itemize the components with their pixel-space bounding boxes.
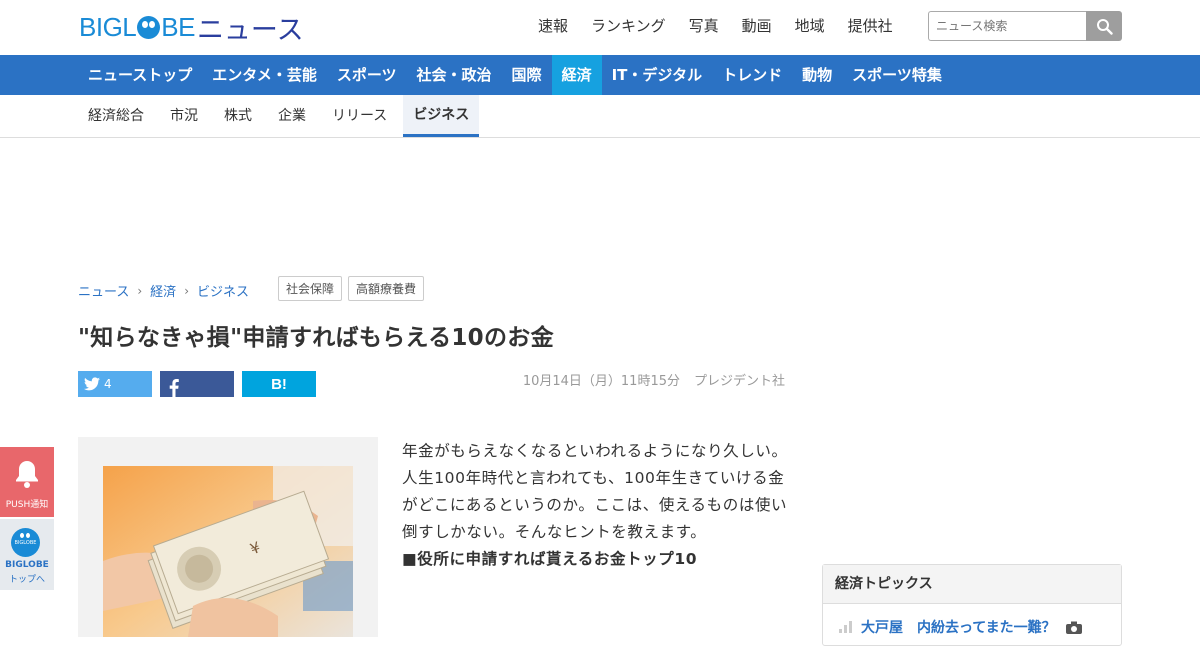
article-lead: 年金がもらえなくなるといわれるようになり久しい。人生100年時代と言われても、1… <box>402 442 788 541</box>
hatena-bookmark-icon: B! <box>271 375 287 393</box>
search-button[interactable] <box>1086 11 1122 41</box>
topic-item-title[interactable]: 大戸屋 内紛去ってまた一難？ <box>861 617 1056 637</box>
mini-logo-text: BIGLOBE <box>14 540 37 546</box>
subnav-item-companies[interactable]: 企業 <box>268 95 316 137</box>
twitter-share-button[interactable]: 4 <box>78 371 152 397</box>
nav-item-entertainment[interactable]: エンタメ・芸能 <box>202 55 327 95</box>
tag-high-cost-medical[interactable]: 高額療養費 <box>348 276 425 301</box>
subnav-item-stocks[interactable]: 株式 <box>214 95 262 137</box>
logo-text: BIGL BE <box>79 11 195 42</box>
economy-topics-widget: 経済トピックス 大戸屋 内紛去ってまた一難？ <box>822 564 1122 646</box>
breadcrumb-economy[interactable]: 経済 <box>150 281 176 300</box>
top-link-region[interactable]: 地域 <box>795 15 825 36</box>
push-notification-button[interactable]: PUSH通知 <box>0 447 54 517</box>
bell-icon <box>16 461 38 488</box>
subnav-item-economy-general[interactable]: 経済総合 <box>78 95 154 137</box>
top-links: 速報 ランキング 写真 動画 地域 提供社 <box>538 15 916 36</box>
tag-social-security[interactable]: 社会保障 <box>278 276 343 301</box>
facebook-share-button[interactable] <box>160 371 234 397</box>
push-label: PUSH通知 <box>5 500 49 510</box>
topics-heading: 経済トピックス <box>823 565 1121 604</box>
nav-item-economy[interactable]: 経済 <box>551 55 602 95</box>
mini-logo-eye-icon <box>26 533 30 538</box>
nav-item-sports[interactable]: スポーツ <box>327 55 407 95</box>
nav-item-sports-special[interactable]: スポーツ特集 <box>842 55 952 95</box>
camera-icon <box>1065 621 1082 634</box>
logo-news-text: ニュース <box>196 14 304 46</box>
nav-item-animals[interactable]: 動物 <box>792 55 842 95</box>
hatena-bookmark-button[interactable]: B! <box>242 371 316 397</box>
top-link-providers[interactable]: 提供社 <box>848 15 893 36</box>
money-photo: ¥ <box>103 466 353 637</box>
twitter-share-count: 4 <box>104 377 112 391</box>
top-link-breaking[interactable]: 速報 <box>538 15 568 36</box>
article-tags: 社会保障 高額療養費 <box>278 276 425 301</box>
topic-item[interactable]: 大戸屋 内紛去ってまた一難？ <box>839 617 1109 637</box>
main-nav: ニューストップ エンタメ・芸能 スポーツ 社会・政治 国際 経済 IT・デジタル… <box>0 55 1200 95</box>
mini-logo-eye-icon <box>20 533 24 538</box>
breadcrumb: ニュース › 経済 › ビジネス <box>78 281 249 301</box>
subnav-item-business[interactable]: ビジネス <box>403 95 480 137</box>
article-image-container: ¥ <box>78 437 378 637</box>
article-subhead: ■役所に申請すれば貰えるお金トップ10 <box>402 550 698 568</box>
subnav-item-releases[interactable]: リリース <box>322 95 397 137</box>
twitter-bird-icon <box>84 377 100 391</box>
article-date: 10月14日（月）11時15分 <box>522 374 680 389</box>
subnav-item-market[interactable]: 市況 <box>160 95 208 137</box>
chevron-right-icon: › <box>137 283 143 298</box>
nav-item-news-top[interactable]: ニューストップ <box>78 55 202 95</box>
search-box <box>928 11 1122 41</box>
nav-item-trend[interactable]: トレンド <box>712 55 792 95</box>
sub-nav: 経済総合 市況 株式 企業 リリース ビジネス <box>0 95 1200 138</box>
chevron-right-icon: › <box>184 283 189 298</box>
biglobe-top-button[interactable]: BIGLOBE BIGLOBE トップへ <box>0 519 54 590</box>
biglobe-mini-logo: BIGLOBE <box>11 528 40 557</box>
logo-face-icon <box>137 15 161 39</box>
biglobe-news-logo[interactable]: BIGL BE ニュース <box>79 11 304 46</box>
search-input[interactable] <box>928 11 1086 41</box>
breadcrumb-news[interactable]: ニュース <box>78 281 129 300</box>
to-top-label: トップへ <box>8 575 45 585</box>
article-source[interactable]: プレジデント社 <box>694 374 785 389</box>
article-meta: 10月14日（月）11時15分 プレジデント社 <box>523 370 785 389</box>
rank-bars-icon <box>839 621 852 633</box>
nav-item-society-politics[interactable]: 社会・政治 <box>407 55 502 95</box>
facebook-icon <box>169 379 179 397</box>
top-link-ranking[interactable]: ランキング <box>591 15 666 36</box>
article-body: 年金がもらえなくなるといわれるようになり久しい。人生100年時代と言われても、1… <box>402 438 790 573</box>
top-link-photos[interactable]: 写真 <box>689 15 719 36</box>
biglobe-label: BIGLOBE <box>5 560 49 570</box>
article-title: "知らなきゃ損"申請すればもらえる10のお金 <box>78 325 554 351</box>
breadcrumb-business[interactable]: ビジネス <box>197 281 249 300</box>
nav-item-it-digital[interactable]: IT・デジタル <box>602 55 713 95</box>
top-link-videos[interactable]: 動画 <box>742 15 772 36</box>
site-header: BIGL BE ニュース 速報 ランキング 写真 動画 地域 提供社 <box>0 0 1200 55</box>
nav-item-international[interactable]: 国際 <box>502 55 552 95</box>
search-icon <box>1096 18 1113 35</box>
